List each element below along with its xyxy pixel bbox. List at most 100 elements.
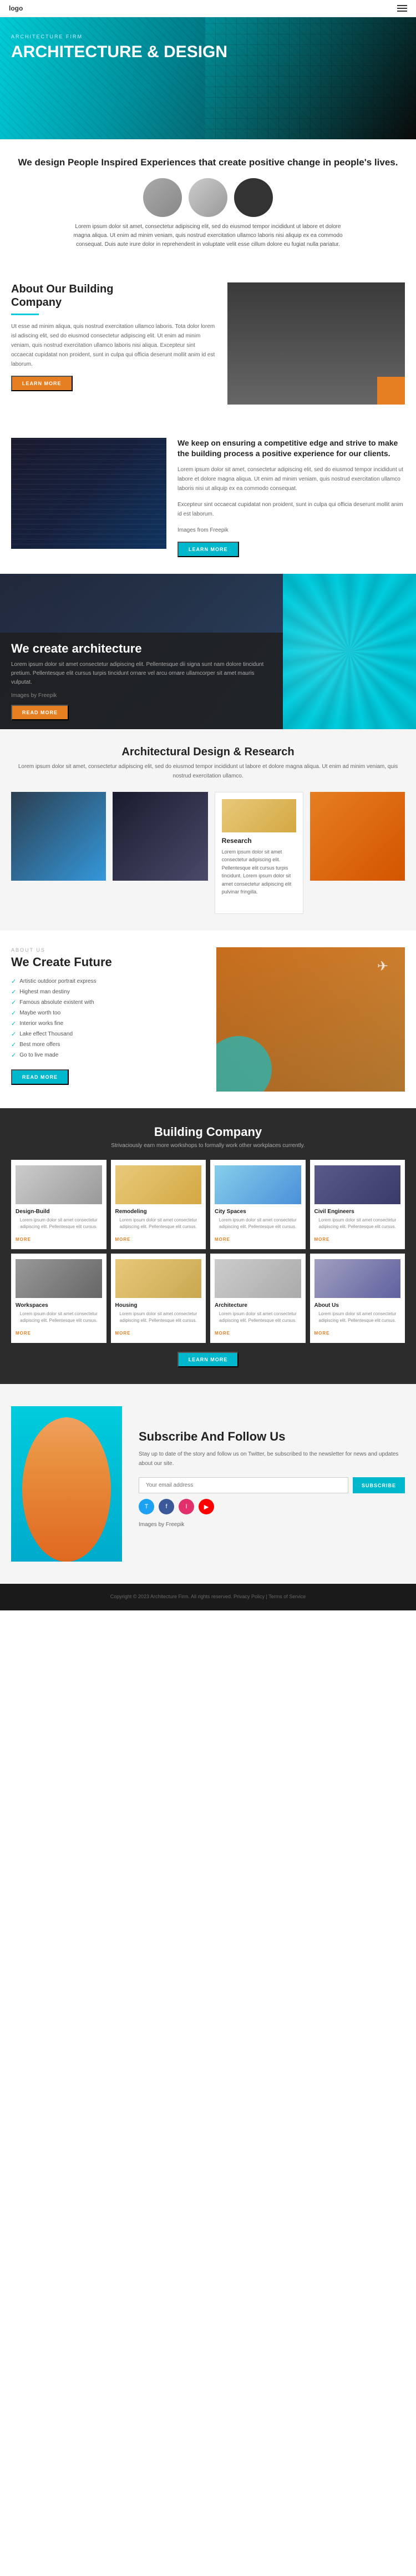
service-image xyxy=(16,1259,102,1298)
service-name: Workspaces xyxy=(16,1302,102,1309)
building-company-learn-more-button[interactable]: LEARN MORE xyxy=(177,1352,239,1367)
service-body: Lorem ipsum dolor sit amet consectetur a… xyxy=(314,1217,401,1230)
youtube-icon[interactable]: ▶ xyxy=(199,1499,214,1514)
we-create-img-credit: Images by Freepik xyxy=(11,691,272,700)
we-create-left-image: We create architecture Lorem ipsum dolor… xyxy=(0,574,283,729)
competitive-image-inner xyxy=(11,438,166,549)
service-image xyxy=(115,1259,202,1298)
service-card: Housing Lorem ipsum dolor sit amet conse… xyxy=(111,1254,206,1343)
service-image xyxy=(215,1165,301,1204)
hero-tag: ARCHITECTURE FIRM xyxy=(11,34,405,39)
subscribe-img-credit: Images by Freepik xyxy=(139,1520,405,1529)
service-more-link[interactable]: MORE xyxy=(16,1237,31,1242)
service-name: Housing xyxy=(115,1302,202,1309)
hero-title: ARCHITECTURE & DESIGN xyxy=(11,43,405,61)
building-company-section: Building Company Strivaciously earn more… xyxy=(0,1108,416,1384)
twitter-icon[interactable]: T xyxy=(139,1499,154,1514)
service-name: Architecture xyxy=(215,1302,301,1309)
service-more-link[interactable]: MORE xyxy=(314,1237,330,1242)
circle-img-2 xyxy=(189,178,227,217)
subscribe-body: Stay up to date of the story and follow … xyxy=(139,1449,405,1468)
future-list-item: Highest man destiny xyxy=(11,987,205,997)
future-read-more-button[interactable]: READ MORE xyxy=(11,1069,69,1085)
we-create-body: Lorem ipsum dolor sit amet consectetur a… xyxy=(11,660,272,687)
service-body: Lorem ipsum dolor sit amet consectetur a… xyxy=(115,1311,202,1324)
research-body: Lorem ipsum dolor sit amet consectetur a… xyxy=(222,848,296,896)
we-create-overlay: We create architecture Lorem ipsum dolor… xyxy=(0,633,283,729)
site-footer: Copyright © 2023 Architecture Firm. All … xyxy=(0,1584,416,1610)
inspired-heading: We design People Inspired Experiences th… xyxy=(11,156,405,169)
circle-images xyxy=(11,178,405,217)
future-building-image: ✈ xyxy=(216,947,405,1092)
we-create-heading: We create architecture xyxy=(11,642,272,656)
future-list-item: Best more offers xyxy=(11,1039,205,1050)
subscribe-right: Subscribe And Follow Us Stay up to date … xyxy=(139,1430,405,1538)
future-list: Artistic outdoor portrait expressHighest… xyxy=(11,976,205,1060)
competitive-body2: Excepteur sint occaecat cupidatat non pr… xyxy=(177,500,405,519)
about-learn-more-button[interactable]: LEARN MORE xyxy=(11,376,73,391)
inspired-section: We design People Inspired Experiences th… xyxy=(0,139,416,266)
service-image xyxy=(314,1165,401,1204)
future-list-item: Artistic outdoor portrait express xyxy=(11,976,205,987)
we-create-right-image xyxy=(283,574,416,729)
service-name: City Spaces xyxy=(215,1209,301,1215)
hero-section: ARCHITECTURE FIRM ARCHITECTURE & DESIGN xyxy=(0,17,416,139)
subscribe-button[interactable]: SUBSCRIBE xyxy=(353,1477,405,1493)
facebook-icon[interactable]: f xyxy=(159,1499,174,1514)
person-body xyxy=(22,1417,111,1562)
about-building-section: About Our Building Company Ut esse ad mi… xyxy=(0,266,416,421)
competitive-image xyxy=(11,438,166,549)
service-body: Lorem ipsum dolor sit amet consectetur a… xyxy=(16,1217,102,1230)
future-list-item: Go to live made xyxy=(11,1050,205,1060)
competitive-img-credit: Images from Freepik xyxy=(177,526,405,535)
service-image xyxy=(16,1165,102,1204)
service-card: Architecture Lorem ipsum dolor sit amet … xyxy=(210,1254,306,1343)
email-input[interactable] xyxy=(139,1477,348,1493)
building-company-body: Strivaciously earn more workshops to for… xyxy=(11,1143,405,1149)
site-header: logo xyxy=(0,0,416,17)
service-more-link[interactable]: MORE xyxy=(314,1331,330,1336)
future-heading: We Create Future xyxy=(11,955,205,969)
menu-icon[interactable] xyxy=(397,5,407,12)
service-more-link[interactable]: MORE xyxy=(115,1237,131,1242)
subscribe-heading: Subscribe And Follow Us xyxy=(139,1430,405,1444)
services-grid: Design-Build Lorem ipsum dolor sit amet … xyxy=(11,1160,405,1343)
service-more-link[interactable]: MORE xyxy=(115,1331,131,1336)
subscribe-form: SUBSCRIBE xyxy=(139,1477,405,1493)
service-card: Workspaces Lorem ipsum dolor sit amet co… xyxy=(11,1254,106,1343)
about-heading: About Our Building Company xyxy=(11,282,216,309)
service-image xyxy=(215,1259,301,1298)
future-list-item: Lake effect Thousand xyxy=(11,1029,205,1039)
service-more-link[interactable]: MORE xyxy=(215,1237,230,1242)
about-body: Ut esse ad minim aliqua, quis nostrud ex… xyxy=(11,322,216,369)
arch-card-3 xyxy=(310,792,405,881)
research-heading: Research xyxy=(222,837,296,845)
arch-design-heading: Architectural Design & Research xyxy=(11,746,405,759)
competitive-learn-more-button[interactable]: LEARN MORE xyxy=(177,542,239,557)
plane-icon: ✈ xyxy=(377,958,388,974)
future-tag: ABOUT US xyxy=(11,947,205,953)
service-more-link[interactable]: MORE xyxy=(215,1331,230,1336)
we-create-read-more-button[interactable]: READ MORE xyxy=(11,705,69,720)
competitive-heading: We keep on ensuring a competitive edge a… xyxy=(177,438,405,459)
future-section: ABOUT US We Create Future Artistic outdo… xyxy=(0,931,416,1108)
inspired-body: Lorem ipsum dolor sit amet, consectetur … xyxy=(69,223,347,249)
arch-card-1 xyxy=(11,792,106,881)
future-list-item: Famous absolute existent with xyxy=(11,997,205,1008)
instagram-icon[interactable]: I xyxy=(179,1499,194,1514)
circle-img-3 xyxy=(234,178,273,217)
arch-design-section: Architectural Design & Research Lorem ip… xyxy=(0,729,416,931)
service-body: Lorem ipsum dolor sit amet consectetur a… xyxy=(215,1311,301,1324)
service-name: About Us xyxy=(314,1302,401,1309)
service-card: Civil Engineers Lorem ipsum dolor sit am… xyxy=(310,1160,405,1249)
logo: logo xyxy=(9,4,23,12)
service-body: Lorem ipsum dolor sit amet consectetur a… xyxy=(16,1311,102,1324)
hero-content: ARCHITECTURE FIRM ARCHITECTURE & DESIGN xyxy=(0,17,416,78)
building-company-heading: Building Company xyxy=(11,1125,405,1139)
service-more-link[interactable]: MORE xyxy=(16,1331,31,1336)
service-name: Civil Engineers xyxy=(314,1209,401,1215)
future-list-item: Maybe worth too xyxy=(11,1008,205,1018)
about-right-image xyxy=(227,282,405,405)
orange-accent xyxy=(377,377,405,405)
circle-img-1 xyxy=(143,178,182,217)
